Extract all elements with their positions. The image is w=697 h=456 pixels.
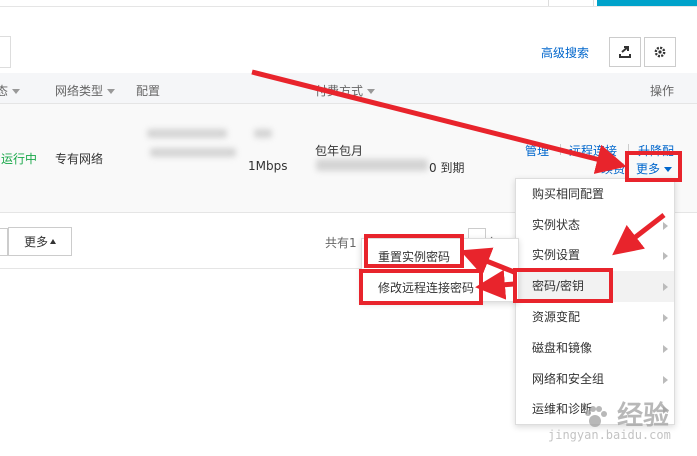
header-status[interactable]: 态 (0, 82, 21, 99)
divider (0, 6, 697, 7)
billing-type: 包年包月 (315, 144, 364, 158)
export-button[interactable] (609, 37, 641, 67)
chevron-right-icon (663, 345, 668, 353)
menu-item-buy-same-config[interactable]: 购买相同配置 (516, 179, 674, 210)
highlight-more (625, 151, 682, 182)
advanced-search-link[interactable]: 高级搜索 (541, 44, 589, 61)
batch-more-button[interactable]: 更多 (8, 227, 72, 256)
manage-link[interactable]: 管理 (525, 142, 549, 159)
menu-item-disk-image[interactable]: 磁盘和镜像 (516, 333, 674, 364)
blurred-expire-date (316, 159, 428, 171)
chevron-right-icon (663, 314, 668, 322)
header-actions: 操作 (650, 84, 675, 98)
blurred-config (150, 148, 236, 157)
header-network-type[interactable]: 网络类型 (55, 82, 116, 99)
status-running: 运行中 (1, 152, 38, 166)
total-count: 共有1 (325, 236, 357, 250)
renew-link[interactable]: 续费 (601, 160, 625, 177)
header-config: 配置 (136, 84, 161, 98)
highlight-reset-password (364, 234, 464, 268)
highlight-modify-remote-password (359, 269, 483, 305)
chevron-right-icon (663, 283, 668, 291)
menu-item-instance-settings[interactable]: 实例设置 (516, 240, 674, 271)
blurred-config (147, 129, 227, 138)
table-header: 态 网络类型 配置 付费方式 操作 (0, 73, 697, 104)
header-billing[interactable]: 付费方式 (315, 82, 376, 99)
chevron-right-icon (663, 252, 668, 260)
bandwidth: 1Mbps (248, 159, 288, 173)
settings-button[interactable] (644, 37, 676, 67)
watermark-url: jingyan.baidu.com (548, 428, 671, 442)
chevron-right-icon (663, 376, 668, 384)
watermark-logo: 经验 (582, 395, 669, 432)
menu-item-resource-change[interactable]: 资源变配 (516, 302, 674, 333)
paw-icon (585, 405, 607, 427)
blurred-config (254, 129, 272, 138)
checkbox-area[interactable] (0, 228, 8, 256)
chevron-right-icon (663, 222, 668, 230)
gear-icon (654, 46, 666, 58)
search-input[interactable] (0, 36, 11, 68)
remote-connect-link[interactable]: 远程连接 (569, 142, 617, 159)
network-type: 专有网络 (55, 152, 104, 166)
divider (0, 268, 365, 269)
menu-item-instance-status[interactable]: 实例状态 (516, 210, 674, 241)
export-icon (619, 46, 631, 58)
menu-item-network-security[interactable]: 网络和安全组 (516, 364, 674, 395)
expire-date: 0 到期 (429, 161, 465, 175)
caret-up-icon (50, 239, 56, 244)
highlight-password-key (513, 268, 613, 303)
